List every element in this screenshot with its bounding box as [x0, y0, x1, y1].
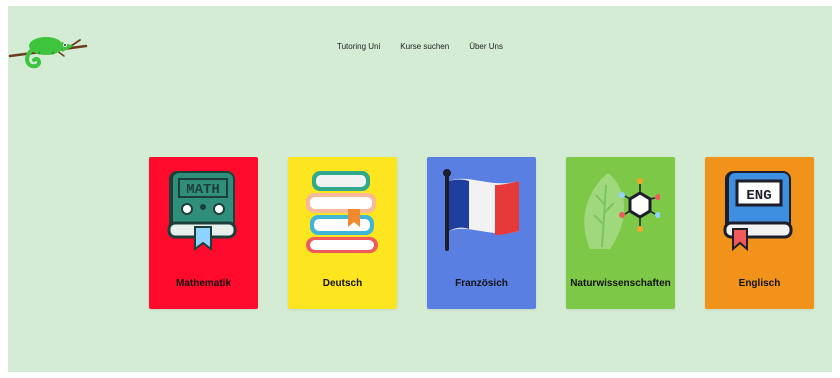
english-book-text: ENG — [746, 188, 771, 204]
leaf-molecule-icon — [584, 173, 660, 249]
card-mathematik[interactable]: MATH Mathematik — [149, 157, 258, 309]
subject-cards: MATH Mathematik Deutsch Französich Natur… — [149, 157, 814, 309]
math-book-text: MATH — [186, 182, 220, 198]
main-nav: Tutoring Uni Kurse suchen Über Uns — [8, 42, 832, 51]
card-label: Deutsch — [322, 278, 363, 289]
card-label: Englisch — [738, 278, 781, 289]
card-naturwissenschaften[interactable]: Naturwissenschaften — [566, 157, 675, 309]
card-englisch[interactable]: ENG Englisch — [705, 157, 814, 309]
card-deutsch[interactable]: Deutsch — [288, 157, 397, 309]
page-background: Tutoring Uni Kurse suchen Über Uns MATH … — [8, 6, 832, 372]
card-franzoesich[interactable]: Französich — [427, 157, 536, 309]
nav-link-tutoring-uni[interactable]: Tutoring Uni — [337, 42, 380, 51]
english-book-icon: ENG — [723, 171, 793, 252]
french-flag-icon — [443, 169, 519, 251]
card-label: Mathematik — [175, 278, 231, 289]
chameleon-logo-icon[interactable] — [8, 26, 88, 76]
card-label: Französich — [455, 278, 508, 289]
card-label: Naturwissenschaften — [570, 278, 671, 289]
nav-link-kurse-suchen[interactable]: Kurse suchen — [400, 42, 449, 51]
nav-link-ueber-uns[interactable]: Über Uns — [469, 42, 503, 51]
math-book-icon: MATH — [167, 171, 237, 251]
book-stack-icon — [306, 171, 378, 253]
